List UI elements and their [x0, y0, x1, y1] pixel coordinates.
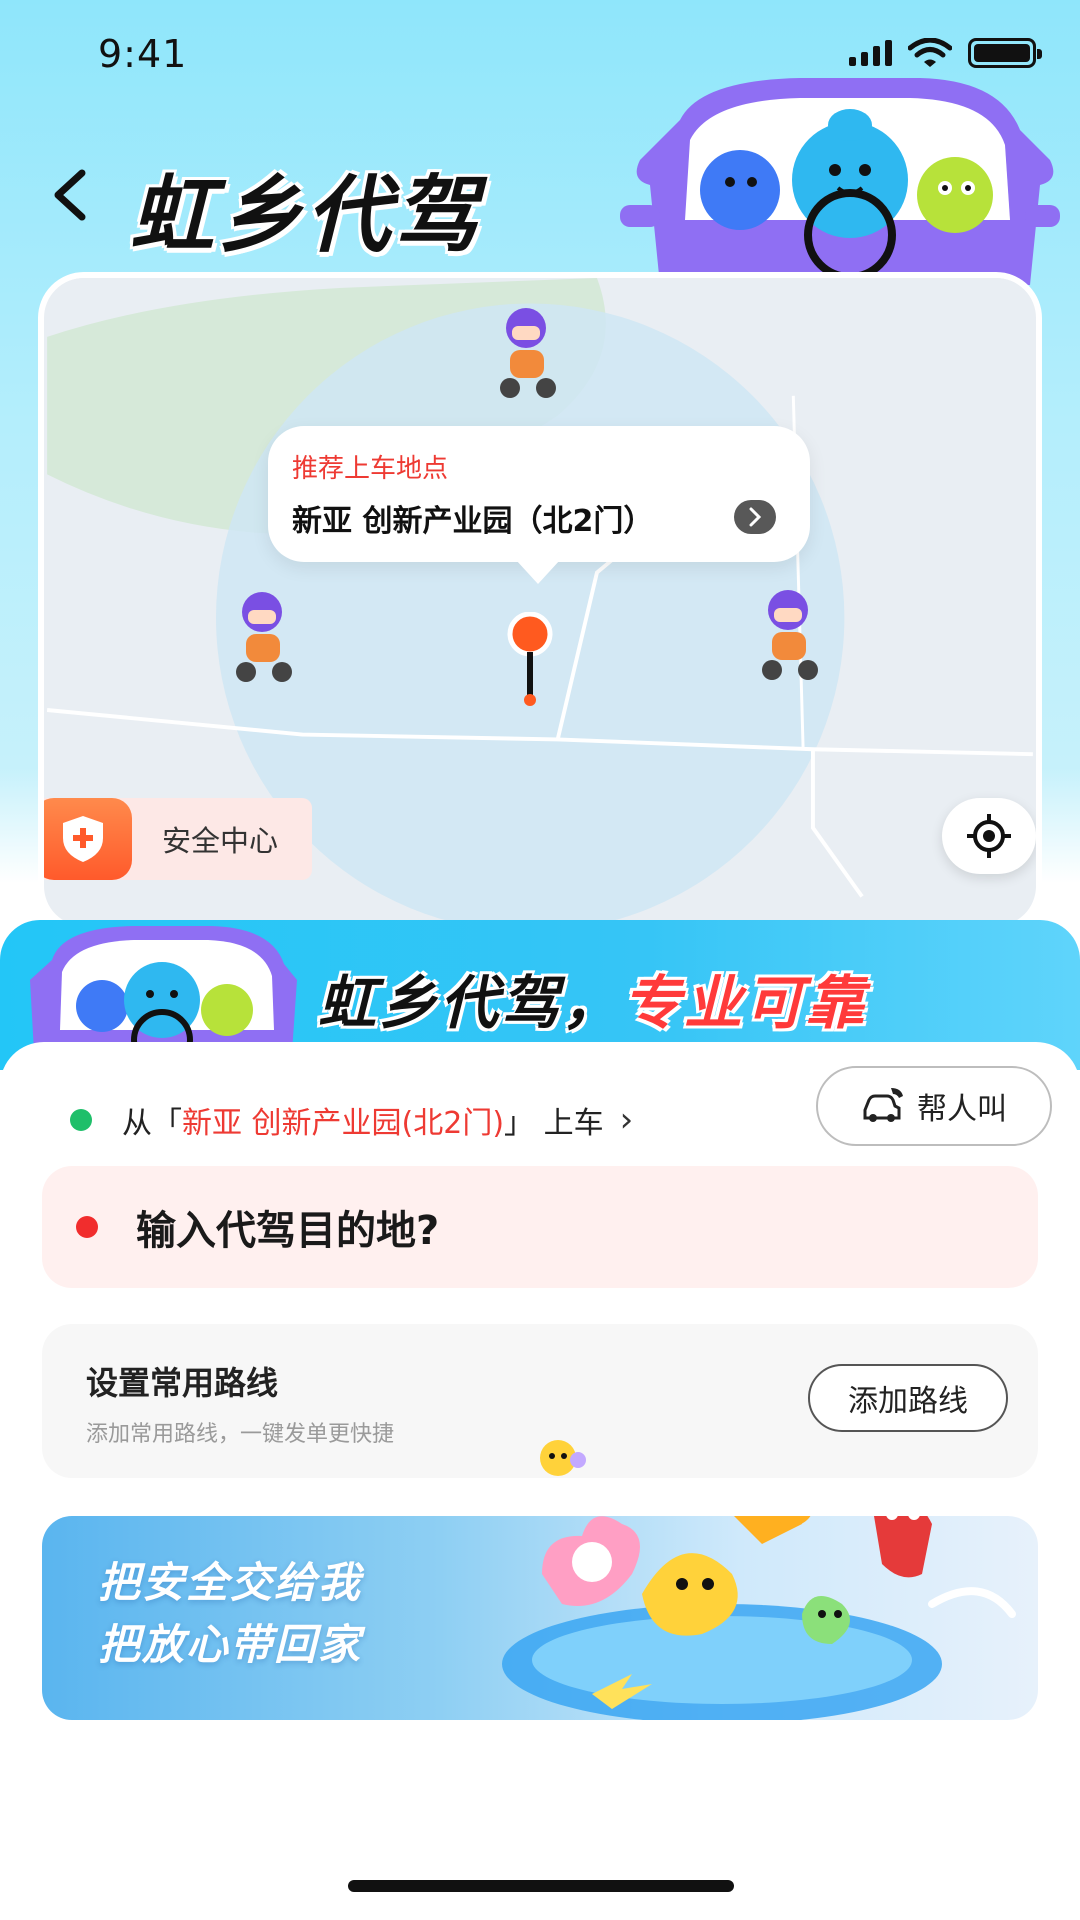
common-route-card: 设置常用路线 添加常用路线，一键发单更快捷 添加路线	[42, 1324, 1038, 1478]
battery-icon	[968, 38, 1042, 68]
safety-center-label: 安全中心	[162, 824, 279, 858]
pickup-place: 新亚 创新产业园(北2门)	[182, 1106, 505, 1141]
banner-text: 把安全交给我 把放心带回家	[98, 1552, 362, 1676]
promo-slogan: 虹乡代驾，专业可靠	[318, 956, 867, 1040]
shield-plus-icon	[44, 798, 132, 880]
locate-icon	[967, 814, 1011, 858]
destination-placeholder: 输入代驾目的地?	[136, 1208, 440, 1254]
common-route-title: 设置常用路线	[86, 1364, 279, 1402]
page: 9:41 虹乡代驾 推荐上车地点 新亚 创新产业园（北2门） 安全中心 虹乡代驾…	[0, 0, 1080, 1920]
wifi-icon	[908, 38, 952, 67]
chevron-right-icon[interactable]	[734, 500, 776, 534]
destination-input[interactable]: 输入代驾目的地?	[42, 1166, 1038, 1288]
help-call-label: 帮人叫	[917, 1092, 1007, 1127]
chevron-right-icon: ›	[619, 1100, 634, 1140]
page-title: 虹乡代驾	[130, 166, 483, 264]
rider-icon	[762, 590, 818, 680]
add-route-button[interactable]: 添加路线	[808, 1364, 1008, 1432]
help-call-button[interactable]: 帮人叫	[816, 1066, 1052, 1146]
map-view[interactable]: 推荐上车地点 新亚 创新产业园（北2门） 安全中心	[38, 272, 1042, 932]
status-icons	[849, 38, 1042, 68]
status-time: 9:41	[98, 32, 188, 76]
pickup-dot-icon	[70, 1109, 92, 1131]
banner-mascot-illustration	[502, 1516, 1016, 1720]
bottom-sheet: 从「 新亚 创新产业园(北2门)」 上车 › 帮人叫 输入代驾目的地? 设置常用路…	[0, 1042, 1080, 1920]
destination-dot-icon	[76, 1216, 98, 1238]
safety-center-button[interactable]: 安全中心	[44, 798, 312, 880]
back-button[interactable]	[40, 160, 100, 230]
mascot-sticker-icon	[540, 1440, 586, 1476]
slogan-highlight: 专业可靠	[623, 969, 868, 1037]
locate-button[interactable]	[942, 798, 1036, 874]
car-phone-icon	[863, 1088, 903, 1122]
rider-icon	[500, 308, 556, 398]
pickup-suggestion-callout[interactable]: 推荐上车地点 新亚 创新产业园（北2门）	[268, 426, 810, 584]
banner-line-1: 把安全交给我	[98, 1558, 363, 1607]
slogan-main: 虹乡代驾，	[318, 969, 624, 1037]
pickup-suffix: 」 上车	[504, 1106, 604, 1141]
back-arrow-icon	[54, 169, 86, 221]
pickup-prefix: 从「	[122, 1106, 182, 1141]
mascot-car-illustration	[620, 78, 1060, 285]
home-indicator[interactable]	[348, 1880, 734, 1892]
pickup-pin-icon	[507, 612, 553, 706]
common-route-subtitle: 添加常用路线，一键发单更快捷	[86, 1422, 395, 1447]
banner-line-2: 把放心带回家	[98, 1620, 363, 1669]
pickup-location-row[interactable]: 从「 新亚 创新产业园(北2门)」 上车 ›	[70, 1080, 790, 1160]
safety-promo-banner[interactable]: 把安全交给我 把放心带回家	[42, 1516, 1038, 1720]
callout-tag: 推荐上车地点	[292, 454, 449, 484]
mascot-car-illustration	[30, 926, 297, 1052]
signal-icon	[849, 40, 892, 66]
callout-place: 新亚 创新产业园（北2门）	[292, 504, 654, 539]
rider-icon	[236, 592, 292, 682]
